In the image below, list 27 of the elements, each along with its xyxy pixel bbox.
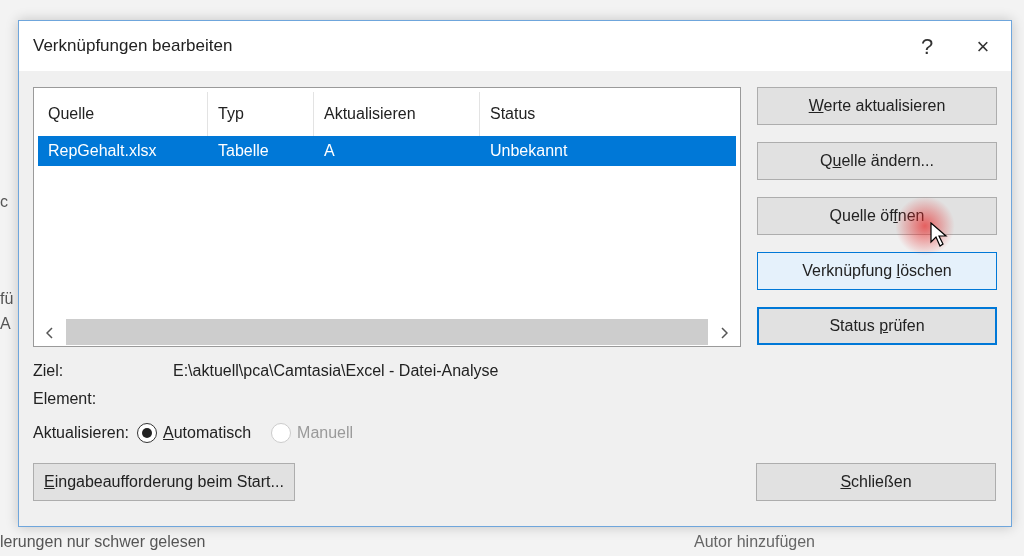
text-fragment: c [0,192,8,212]
help-button[interactable]: ? [899,29,955,63]
scroll-right-icon[interactable] [720,326,728,339]
column-header[interactable]: Status [480,92,736,136]
text-fragment: A [0,314,11,334]
dialog-button[interactable]: Status prüfen [757,307,997,345]
radio-label[interactable]: Automatisch [163,421,252,445]
radio-button[interactable] [137,423,158,443]
list-row[interactable]: RepGehalt.xlsx Tabelle A Unbekannt [38,136,736,166]
dialog-button[interactable]: Verknüpfung löschen [757,252,997,290]
dialog-button[interactable]: Quelle ändern... [757,142,997,180]
scroll-left-icon[interactable] [46,326,54,339]
window-title: Verknüpfungen bearbeiten [33,35,234,58]
field-value: E:\aktuell\pca\Camtasia\Excel - Datei-Analyse [173,362,499,379]
background-text: lerungen nur schwer gelesen [0,532,206,552]
text-fragment: fü [0,289,14,309]
field-label: Ziel: [33,361,65,381]
cursor-icon [930,222,948,248]
dialog-button[interactable]: Werte aktualisieren [757,87,997,125]
scrollbar-thumb[interactable] [66,319,708,345]
background-text: Autor hinzufügen [694,532,815,552]
dialog-button[interactable]: Schließen [756,463,996,501]
dialog-button[interactable]: Eingabeaufforderung beim Start... [33,463,295,501]
field-label: Aktualisieren: [33,423,130,443]
field-label: Element: [33,389,98,409]
close-button[interactable]: × [955,29,1011,63]
dialog-button[interactable]: Quelle öffnen [757,197,997,235]
